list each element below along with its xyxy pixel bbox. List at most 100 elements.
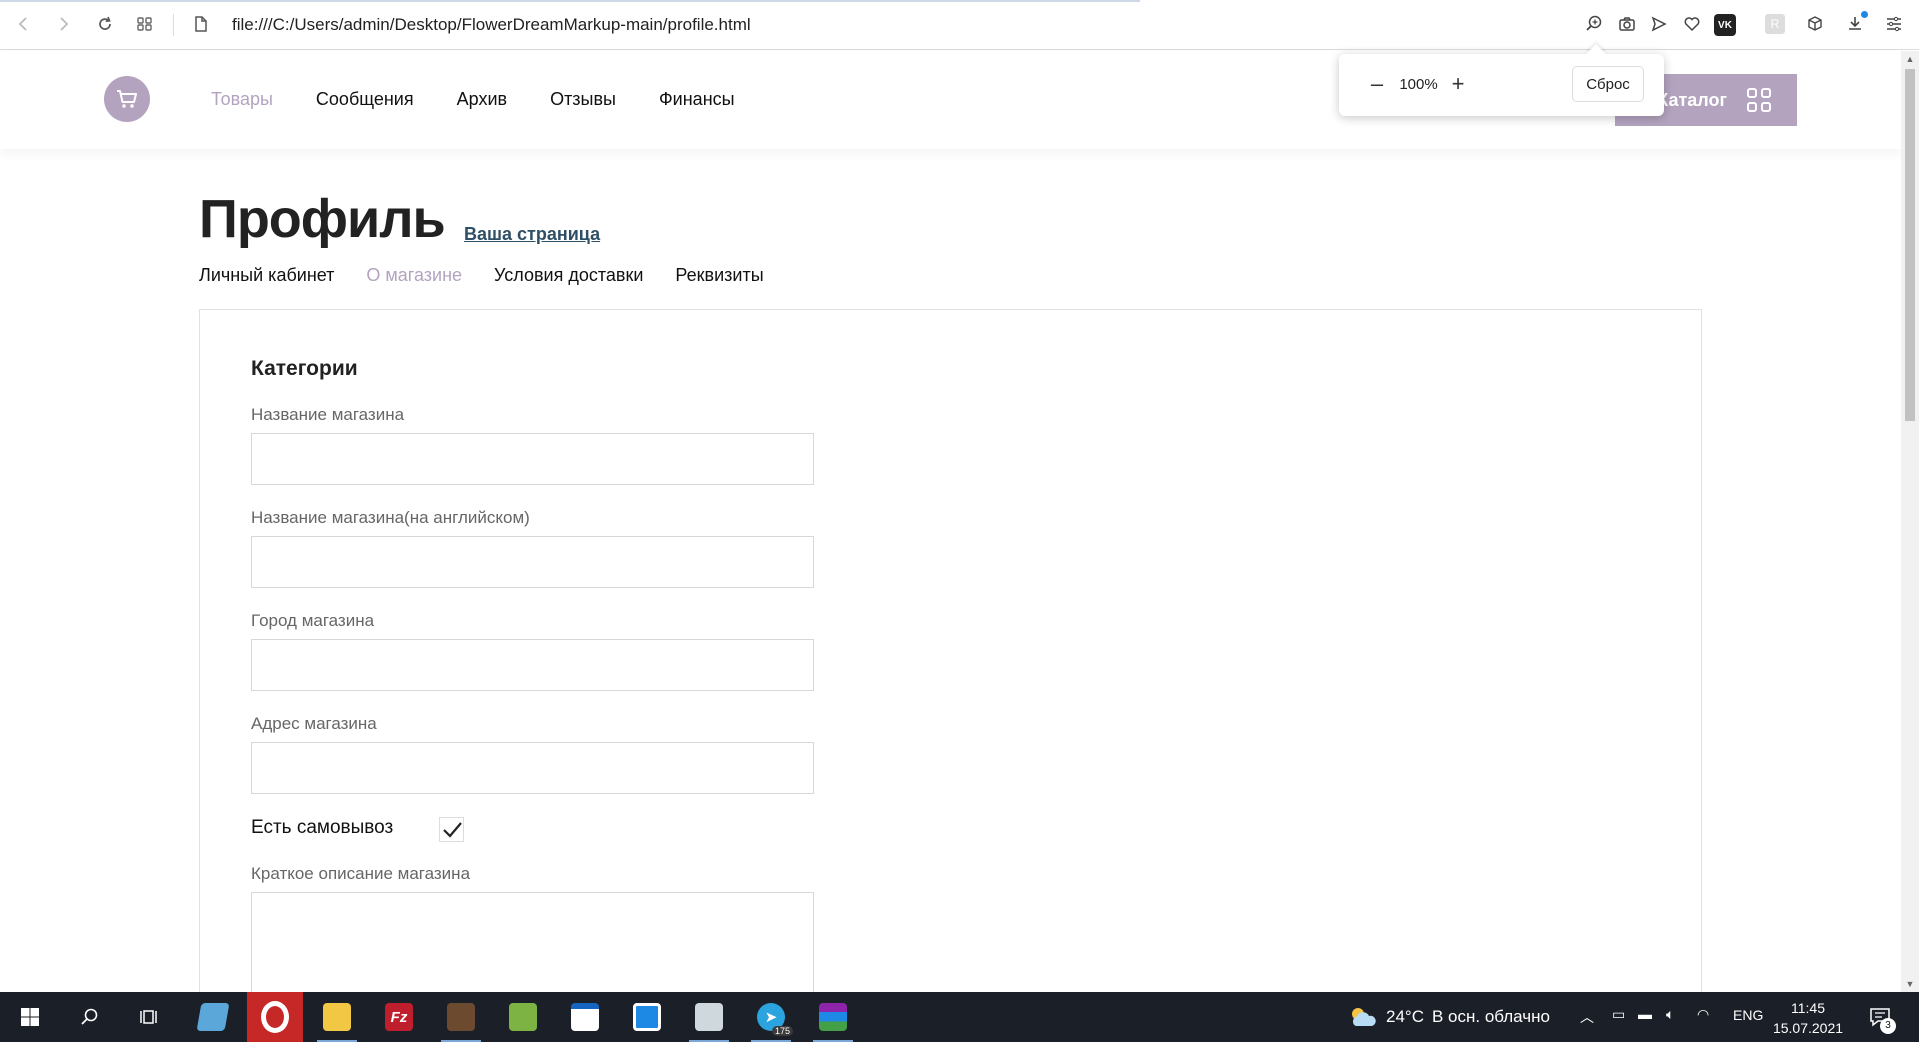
forward-icon[interactable] [51,12,75,36]
task-view-button[interactable] [122,992,178,1042]
file-icon [189,12,213,36]
weather-widget[interactable]: 24°C В осн. облачно [1348,1006,1550,1028]
catalog-button-label: Каталог [1657,89,1727,110]
back-icon[interactable] [12,12,36,36]
store-form: Категории Название магазина Название маг… [199,309,1702,1032]
weather-text: В осн. облачно [1431,1007,1550,1026]
task-view-icon [140,1010,157,1024]
taskbar-app-filezilla[interactable]: Fz [371,992,427,1042]
nav-item-archive[interactable]: Архив [457,89,507,110]
nav-item-messages[interactable]: Сообщения [316,89,414,110]
taskbar-app-image-viewer[interactable] [495,992,551,1042]
notification-count: 3 [1880,1018,1896,1034]
clock[interactable]: 11:45 15.07.2021 [1770,998,1846,1038]
cloud-sun-icon [1352,1008,1376,1026]
pickup-label: Есть самовывоз [251,817,394,838]
zoom-out-button[interactable]: – [1365,72,1389,96]
download-indicator [1861,11,1868,18]
taskbar-app-window-2[interactable] [619,992,675,1042]
weather-temp: 24°C [1386,1007,1424,1026]
windows-taskbar: Fz ➤ 175 24°C В осн. облачно ︿ ▭ ▬ 🔈︎ ◠ … [0,992,1919,1042]
store-name-input[interactable] [251,433,814,485]
windows-icon [21,1008,39,1026]
nav-item-finances[interactable]: Финансы [659,89,735,110]
page-title: Профиль [199,189,446,249]
grid-icon [1747,88,1771,112]
profile-tabs: Личный кабинет О магазине Условия достав… [199,265,796,286]
box-icon[interactable] [1803,12,1827,36]
main-nav: Товары Сообщения Архив Отзывы Финансы [211,89,778,110]
notepad-app-icon [196,1003,230,1031]
taskbar-app-window-1[interactable] [557,992,613,1042]
window-app-icon-2 [633,1003,661,1031]
image-viewer-icon [509,1003,537,1031]
store-address-label: Адрес магазина [251,714,377,733]
section-title: Категории [251,357,358,380]
store-city-input[interactable] [251,639,814,691]
nav-item-reviews[interactable]: Отзывы [550,89,616,110]
tab-requisites[interactable]: Реквизиты [675,265,763,286]
search-button[interactable] [62,992,118,1042]
clock-date: 15.07.2021 [1772,1020,1844,1036]
cart-icon [117,90,137,108]
taskbar-app-explorer[interactable] [309,992,365,1042]
winrar-icon [819,1003,847,1031]
opera-icon [261,1001,289,1033]
heart-icon[interactable] [1680,12,1704,36]
taskbar-app-opera[interactable] [247,992,303,1042]
clock-time: 11:45 [1791,1000,1825,1016]
r-extension-icon[interactable]: R [1765,14,1785,34]
zoom-popup: – 100% + Сброс [1339,54,1664,116]
folder-icon [323,1003,351,1031]
telegram-unread-badge: 175 [771,1026,793,1036]
store-name-en-input[interactable] [251,536,814,588]
filezilla-icon: Fz [385,1003,413,1031]
page-scrollbar[interactable]: ▲ ▼ [1901,51,1919,992]
speed-dial-icon[interactable] [133,12,157,36]
taskbar-app-telegram[interactable]: ➤ 175 [743,992,799,1042]
game-app-icon [447,1003,475,1031]
taskbar-app-winrar[interactable] [805,992,861,1042]
meet-now-icon[interactable]: ▭ [1612,1006,1625,1023]
start-button[interactable] [2,992,58,1042]
photos-icon [695,1003,723,1031]
camera-icon[interactable] [1615,12,1639,36]
tab-about-store[interactable]: О магазине [366,265,462,286]
menu-icon[interactable] [1882,12,1906,36]
scroll-down-icon[interactable]: ▼ [1901,976,1919,992]
tab-delivery-terms[interactable]: Условия доставки [494,265,643,286]
zoom-icon[interactable] [1582,12,1606,36]
zoom-in-button[interactable]: + [1446,72,1470,96]
tab-personal-account[interactable]: Личный кабинет [199,265,334,286]
taskbar-app-game[interactable] [433,992,489,1042]
your-page-link[interactable]: Ваша страница [464,224,600,245]
search-icon [81,1008,98,1025]
store-name-label: Название магазина [251,405,405,424]
taskbar-app-notepad[interactable] [185,992,241,1042]
store-name-en-label: Название магазина(на английском) [251,508,530,527]
address-bar[interactable]: file:///C:/Users/admin/Desktop/FlowerDre… [232,15,751,35]
vk-icon[interactable]: VK [1714,14,1736,36]
scroll-up-icon[interactable]: ▲ [1901,51,1919,67]
volume-icon[interactable]: 🔈︎ [1666,1006,1674,1023]
chevron-up-icon[interactable]: ︿ [1580,1007,1594,1027]
reload-icon[interactable] [93,12,117,36]
battery-icon[interactable]: ▬ [1638,1006,1652,1022]
checkmark-icon [442,821,462,838]
store-city-label: Город магазина [251,611,375,630]
zoom-level: 100% [1399,76,1438,93]
cart-logo[interactable] [104,76,150,122]
window-app-icon [571,1003,599,1031]
store-address-input[interactable] [251,742,814,794]
network-icon[interactable]: ◠ [1697,1006,1709,1023]
description-label: Краткое описание магазина [251,864,471,883]
taskbar-app-photos[interactable] [681,992,737,1042]
scrollbar-thumb[interactable] [1905,69,1915,421]
send-icon[interactable] [1647,12,1671,36]
browser-toolbar: file:///C:/Users/admin/Desktop/FlowerDre… [0,0,1919,50]
nav-item-products[interactable]: Товары [211,89,273,110]
page-load-bar [0,0,1140,2]
zoom-reset-button[interactable]: Сброс [1572,66,1644,102]
pickup-checkbox[interactable] [439,817,464,842]
language-indicator[interactable]: ENG [1733,1007,1763,1023]
